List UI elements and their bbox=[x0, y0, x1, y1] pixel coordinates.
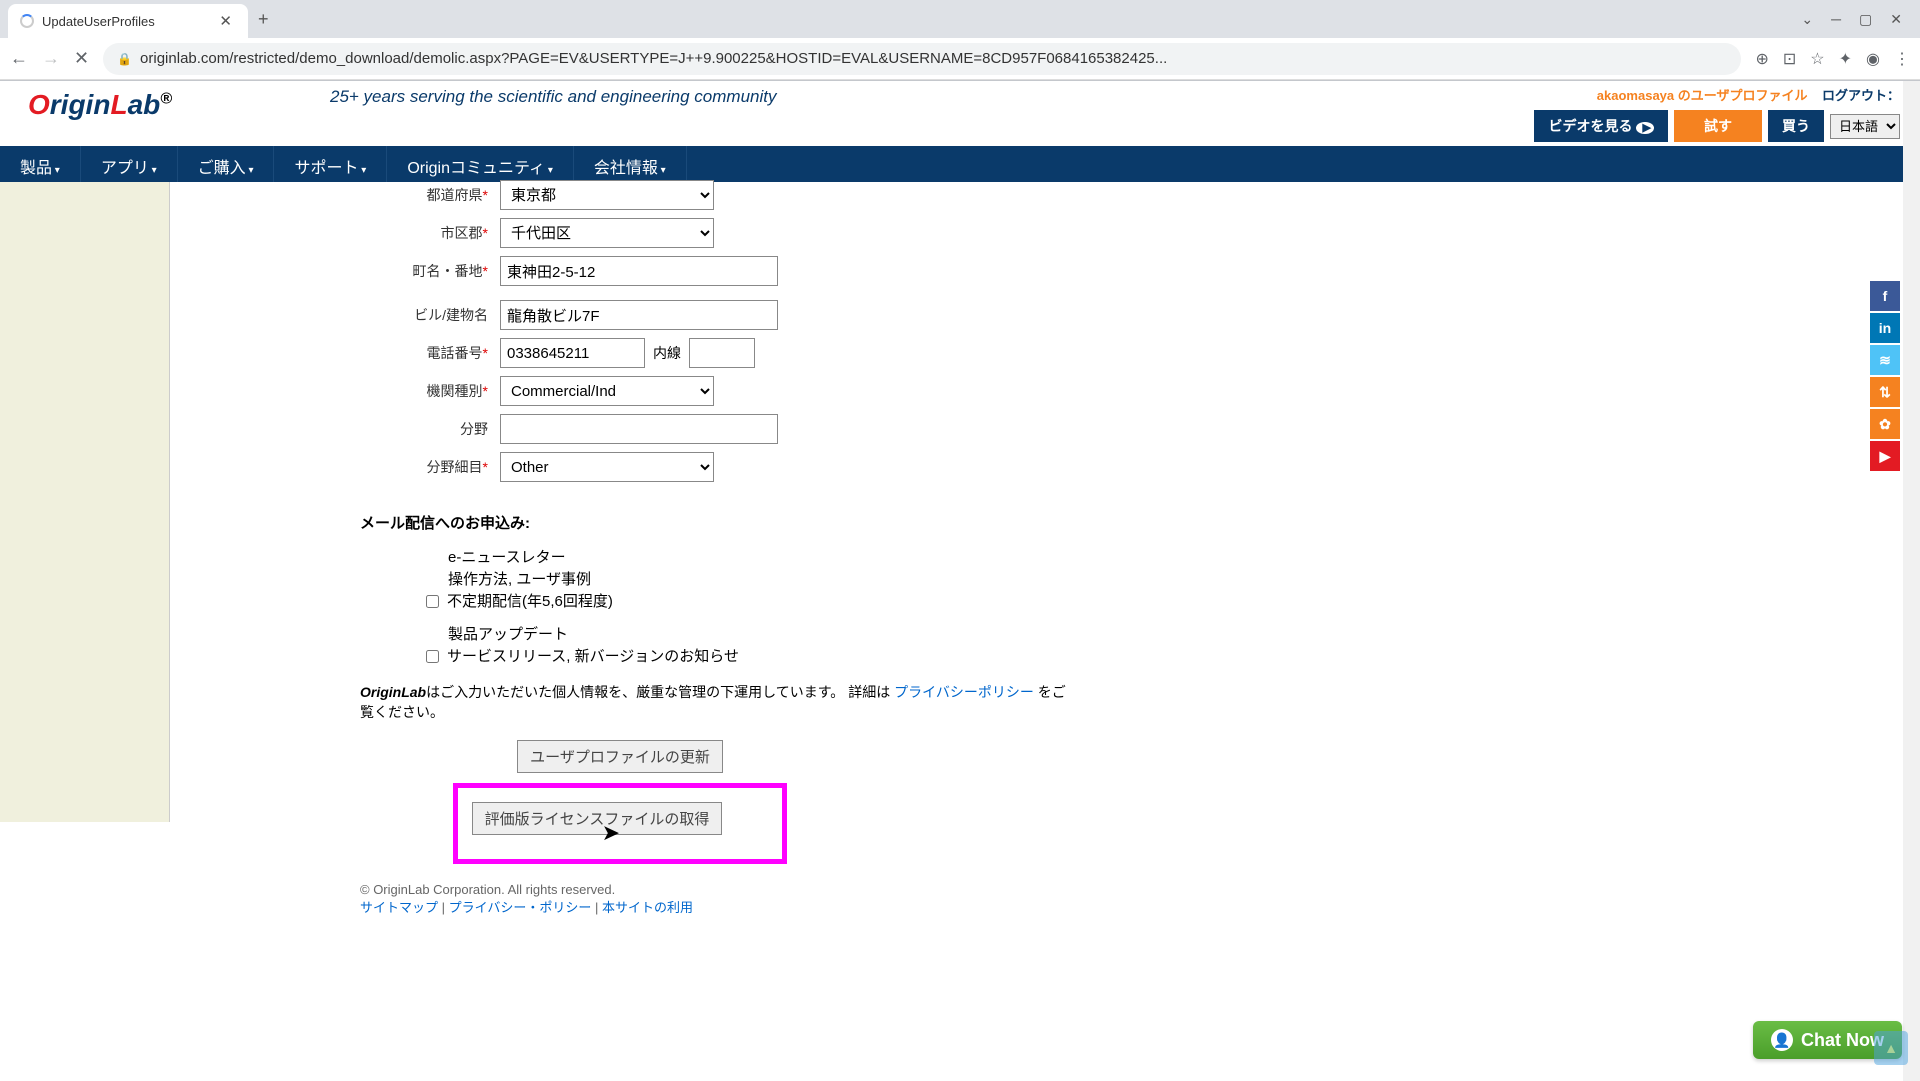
phone-label: 電話番号* bbox=[170, 343, 500, 363]
nav-support[interactable]: サポート bbox=[274, 146, 387, 182]
language-select[interactable]: 日本語 bbox=[1830, 114, 1900, 139]
newsletter-checkbox[interactable] bbox=[426, 595, 439, 608]
gear-icon[interactable]: ✿ bbox=[1870, 409, 1900, 439]
browser-tab[interactable]: UpdateUserProfiles ✕ bbox=[8, 4, 248, 38]
prefecture-select[interactable]: 東京都 bbox=[500, 180, 714, 210]
street-input[interactable] bbox=[500, 256, 778, 286]
nav-purchase[interactable]: ご購入 bbox=[178, 146, 275, 182]
rss-icon[interactable]: ≋ bbox=[1870, 345, 1900, 375]
orgtype-select[interactable]: Commercial/Ind bbox=[500, 376, 714, 406]
newsletter-option: e-ニュースレター 操作方法, ユーザ事例 不定期配信(年5,6回程度) bbox=[448, 547, 1070, 612]
window-controls: ⌄ ─ ▢ ✕ bbox=[1801, 11, 1912, 28]
close-window-icon[interactable]: ✕ bbox=[1890, 11, 1902, 28]
user-area: akaomasaya のユーザプロファイル ログアウト： ビデオを見る 試す 買… bbox=[1524, 81, 1910, 146]
nav-products[interactable]: 製品 bbox=[0, 146, 81, 182]
footer: © OriginLab Corporation. All rights rese… bbox=[360, 882, 1070, 916]
ext-label: 内線 bbox=[653, 343, 681, 363]
main-nav: 製品 アプリ ご購入 サポート Originコミュニティ 会社情報 bbox=[0, 146, 1920, 182]
browser-chrome: UpdateUserProfiles ✕ + ⌄ ─ ▢ ✕ ← → ✕ 🔒 o… bbox=[0, 0, 1920, 81]
nav-community[interactable]: Originコミュニティ bbox=[387, 146, 574, 182]
privacy-notice: OriginLabはご入力いただいた個人情報を、厳重な管理の下運用しています。 … bbox=[360, 682, 1070, 722]
logout-link[interactable]: ログアウト： bbox=[1822, 88, 1900, 103]
filexchange-icon[interactable]: ⇅ bbox=[1870, 377, 1900, 407]
profile-icon[interactable]: ◉ bbox=[1866, 49, 1880, 69]
nav-company[interactable]: 会社情報 bbox=[574, 146, 687, 182]
privacy-link[interactable]: プライバシーポリシー bbox=[894, 684, 1034, 700]
orgtype-label: 機関種別* bbox=[170, 381, 500, 401]
translate-icon[interactable]: ⊕ bbox=[1755, 49, 1768, 69]
profile-link[interactable]: akaomasaya のユーザプロファイル bbox=[1597, 88, 1808, 103]
toolbar-right: ⊕ ⊡ ☆ ✦ ◉ ⋮ bbox=[1755, 49, 1910, 69]
city-select[interactable]: 千代田区 bbox=[500, 218, 714, 248]
update-checkbox[interactable] bbox=[426, 650, 439, 663]
maximize-icon[interactable]: ▢ bbox=[1859, 11, 1872, 28]
update-profile-button[interactable]: ユーザプロファイルの更新 bbox=[517, 740, 723, 773]
page: OriginLab® 25+ years serving the scienti… bbox=[0, 81, 1920, 1081]
nav-apps[interactable]: アプリ bbox=[81, 146, 178, 182]
left-sidebar bbox=[0, 182, 170, 822]
chat-icon: 👤 bbox=[1771, 1029, 1793, 1051]
dept-detail-label: 分野細目* bbox=[170, 457, 500, 477]
url-text: originlab.com/restricted/demo_download/d… bbox=[140, 50, 1167, 67]
address-bar[interactable]: 🔒 originlab.com/restricted/demo_download… bbox=[103, 43, 1741, 75]
forward-icon[interactable]: → bbox=[42, 48, 60, 69]
street-label: 町名・番地* bbox=[170, 261, 500, 281]
watch-video-button[interactable]: ビデオを見る bbox=[1534, 110, 1668, 142]
logo[interactable]: OriginLab® bbox=[10, 81, 210, 121]
bookmark-icon[interactable]: ☆ bbox=[1810, 49, 1824, 69]
form-area: 都道府県* 東京都 市区郡* 千代田区 町名・番地* ビル/建物名 電話番号* … bbox=[170, 182, 1070, 916]
site-header: OriginLab® 25+ years serving the scienti… bbox=[0, 81, 1920, 146]
ext-input[interactable] bbox=[689, 338, 755, 368]
tagline: 25+ years serving the scientific and eng… bbox=[210, 81, 1524, 107]
phone-input[interactable] bbox=[500, 338, 645, 368]
browser-toolbar: ← → ✕ 🔒 originlab.com/restricted/demo_do… bbox=[0, 38, 1920, 80]
dept-input[interactable] bbox=[500, 414, 778, 444]
terms-link[interactable]: 本サイトの利用 bbox=[602, 900, 693, 915]
prefecture-label: 都道府県* bbox=[170, 185, 500, 205]
tab-title: UpdateUserProfiles bbox=[42, 14, 215, 29]
install-icon[interactable]: ⊡ bbox=[1783, 49, 1796, 69]
youtube-icon[interactable]: ▶ bbox=[1870, 441, 1900, 471]
facebook-icon[interactable]: f bbox=[1870, 281, 1900, 311]
mail-heading: メール配信へのお申込み: bbox=[360, 512, 1070, 533]
loading-spinner-icon bbox=[20, 14, 34, 28]
new-tab-button[interactable]: + bbox=[248, 5, 279, 34]
tab-bar: UpdateUserProfiles ✕ + ⌄ ─ ▢ ✕ bbox=[0, 0, 1920, 38]
privacy-footer-link[interactable]: プライバシー・ポリシー bbox=[449, 900, 592, 915]
user-links: akaomasaya のユーザプロファイル ログアウト： bbox=[1534, 85, 1900, 104]
try-button[interactable]: 試す bbox=[1674, 110, 1762, 142]
scroll-top-button[interactable]: ▲ bbox=[1874, 1031, 1908, 1065]
page-scrollbar[interactable] bbox=[1903, 81, 1920, 1081]
buy-button[interactable]: 買う bbox=[1768, 110, 1824, 142]
chevron-down-icon[interactable]: ⌄ bbox=[1801, 11, 1813, 28]
building-input[interactable] bbox=[500, 300, 778, 330]
header-buttons: ビデオを見る 試す 買う 日本語 bbox=[1534, 110, 1900, 142]
sitemap-link[interactable]: サイトマップ bbox=[360, 900, 438, 915]
city-label: 市区郡* bbox=[170, 223, 500, 243]
menu-icon[interactable]: ⋮ bbox=[1894, 49, 1910, 69]
content: 都道府県* 東京都 市区郡* 千代田区 町名・番地* ビル/建物名 電話番号* … bbox=[0, 182, 1920, 916]
cursor-icon: ➤ bbox=[602, 820, 620, 846]
dept-label: 分野 bbox=[170, 419, 500, 439]
copyright: © OriginLab Corporation. All rights rese… bbox=[360, 882, 1070, 897]
social-rail: f in ≋ ⇅ ✿ ▶ bbox=[1870, 281, 1900, 471]
minimize-icon[interactable]: ─ bbox=[1831, 11, 1841, 28]
building-label: ビル/建物名 bbox=[170, 305, 500, 325]
close-icon[interactable]: ✕ bbox=[215, 10, 236, 32]
dept-detail-select[interactable]: Other bbox=[500, 452, 714, 482]
linkedin-icon[interactable]: in bbox=[1870, 313, 1900, 343]
extensions-icon[interactable]: ✦ bbox=[1839, 49, 1852, 69]
lock-icon: 🔒 bbox=[117, 52, 132, 66]
highlight-annotation: 評価版ライセンスファイルの取得 ➤ bbox=[453, 783, 788, 864]
stop-icon[interactable]: ✕ bbox=[74, 48, 89, 69]
get-eval-license-button[interactable]: 評価版ライセンスファイルの取得 bbox=[472, 802, 723, 835]
back-icon[interactable]: ← bbox=[10, 48, 28, 69]
update-option: 製品アップデート サービスリリース, 新バージョンのお知らせ bbox=[448, 624, 1070, 668]
